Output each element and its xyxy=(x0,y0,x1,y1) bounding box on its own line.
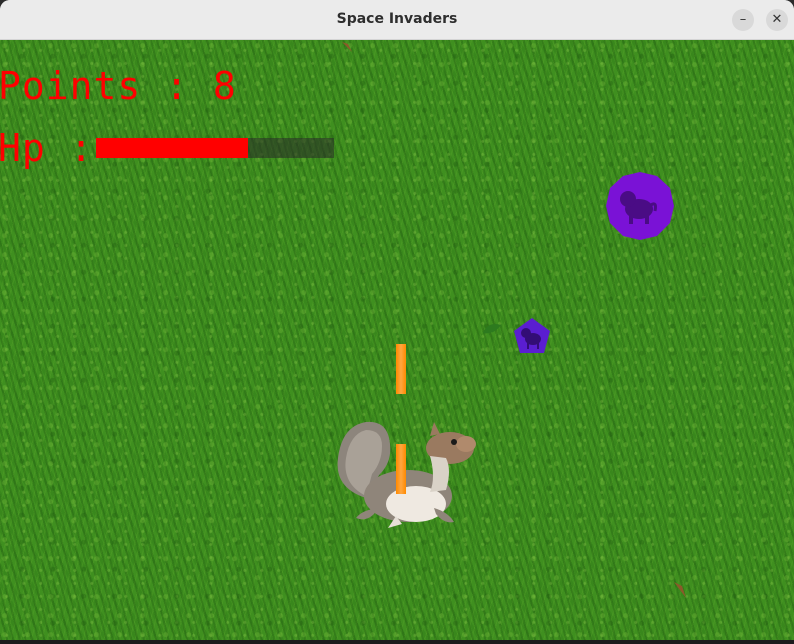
projectile xyxy=(396,444,406,494)
hp-bar-fill xyxy=(96,138,249,158)
window-title: Space Invaders xyxy=(336,11,458,27)
game-canvas[interactable]: Points : 8 Hp : xyxy=(0,40,794,640)
leaf-icon xyxy=(483,324,501,334)
hp-label: Hp : xyxy=(0,126,94,170)
points-counter: Points : 8 xyxy=(0,64,237,108)
minimize-button[interactable]: – xyxy=(732,9,754,31)
enemy-invader-large xyxy=(606,172,674,240)
window-bottom-edge xyxy=(0,640,794,644)
leaf-debris xyxy=(342,42,352,52)
enemy-invader-small xyxy=(514,318,550,353)
hp-bar xyxy=(96,138,334,158)
game-window: Space Invaders – ✕ Points : 8 Hp : xyxy=(0,0,794,644)
title-bar[interactable]: Space Invaders – ✕ xyxy=(0,0,794,40)
leaf-debris xyxy=(674,582,686,598)
projectile xyxy=(396,344,406,394)
close-button[interactable]: ✕ xyxy=(766,9,788,31)
